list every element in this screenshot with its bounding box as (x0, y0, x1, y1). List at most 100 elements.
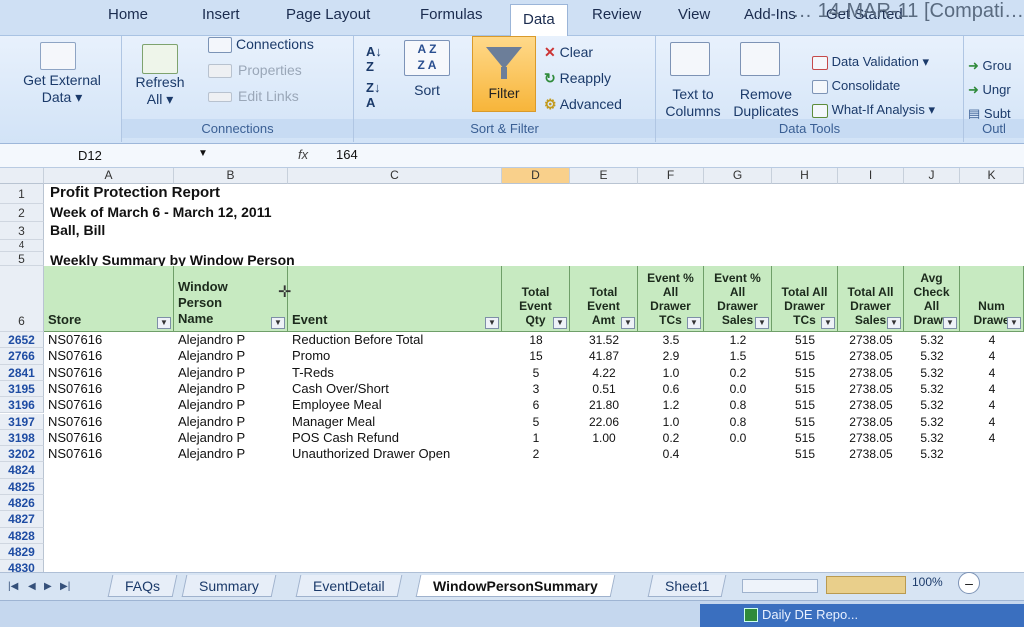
row-header[interactable]: 4825 (0, 478, 44, 495)
cell-pct-tcs[interactable]: 1.0 (638, 365, 704, 381)
column-header-i[interactable]: I (838, 168, 904, 184)
column-header-g[interactable]: G (704, 168, 772, 184)
sheet-tab-summary[interactable]: Summary (181, 575, 277, 597)
cell-num-drawer[interactable]: 4 (960, 430, 1024, 446)
tab-formulas[interactable]: Formulas (420, 6, 483, 23)
cell-num-drawer[interactable]: 4 (960, 332, 1024, 348)
worksheet-grid[interactable]: A B C D E F G H I J K 1 2 3 4 5 6 Profit… (0, 168, 1024, 600)
filter-dropdown-num-drawer[interactable]: ▼ (1007, 317, 1021, 329)
cell-qty[interactable]: 5 (502, 414, 570, 430)
advanced-button[interactable]: ⚙ Advanced (544, 96, 622, 113)
next-sheet-icon[interactable]: ▶ (44, 581, 52, 592)
cell-store[interactable]: NS07616 (48, 381, 168, 397)
sheet-tab-eventdetail[interactable]: EventDetail (295, 575, 402, 597)
cell-event[interactable]: Manager Meal (292, 414, 502, 430)
cell-pct-sales[interactable]: 0.8 (704, 397, 772, 413)
insert-function-icon[interactable]: fx (298, 147, 308, 162)
formula-input[interactable]: 164 (336, 147, 358, 162)
cell-amt[interactable]: 41.87 (570, 348, 638, 364)
sheet-tab-faqs[interactable]: FAQs (107, 575, 178, 597)
row-header[interactable]: 2766 (0, 348, 44, 365)
filter-dropdown-store[interactable]: ▼ (157, 317, 171, 329)
cell-store[interactable]: NS07616 (48, 365, 168, 381)
row-header[interactable]: 6 (0, 266, 44, 332)
row-header[interactable]: 3 (0, 222, 44, 240)
cell-person[interactable]: Alejandro P (178, 430, 288, 446)
cell-amt[interactable]: 1.00 (570, 430, 638, 446)
cell-store[interactable]: NS07616 (48, 430, 168, 446)
cell-avg-check[interactable]: 5.32 (904, 381, 960, 397)
cell-all-sales[interactable]: 2738.05 (838, 332, 904, 348)
cell-amt[interactable]: 31.52 (570, 332, 638, 348)
select-all-corner[interactable] (0, 168, 44, 184)
cell-qty[interactable]: 18 (502, 332, 570, 348)
cell-qty[interactable]: 15 (502, 348, 570, 364)
cell-pct-tcs[interactable]: 1.2 (638, 397, 704, 413)
cell-event[interactable]: T-Reds (292, 365, 502, 381)
cell-person[interactable]: Alejandro P (178, 414, 288, 430)
first-sheet-icon[interactable]: |◀ (8, 581, 18, 592)
cell-qty[interactable]: 1 (502, 430, 570, 446)
cell-pct-tcs[interactable]: 2.9 (638, 348, 704, 364)
column-header-h[interactable]: H (772, 168, 838, 184)
cell-pct-tcs[interactable]: 0.4 (638, 446, 704, 462)
last-sheet-icon[interactable]: ▶| (60, 581, 70, 592)
cell-avg-check[interactable]: 5.32 (904, 348, 960, 364)
cell-all-sales[interactable]: 2738.05 (838, 365, 904, 381)
row-header[interactable]: 4828 (0, 527, 44, 544)
row-header[interactable]: 4829 (0, 543, 44, 561)
filter-dropdown-pct-sales[interactable]: ▼ (755, 317, 769, 329)
cell-avg-check[interactable]: 5.32 (904, 430, 960, 446)
name-box-dropdown-icon[interactable]: ▼ (198, 148, 208, 159)
cell-person[interactable]: Alejandro P (178, 397, 288, 413)
cell-avg-check[interactable]: 5.32 (904, 397, 960, 413)
cell-qty[interactable]: 6 (502, 397, 570, 413)
cell-event[interactable]: Reduction Before Total (292, 332, 502, 348)
row-header[interactable]: 2652 (0, 332, 44, 349)
row-header[interactable]: 3197 (0, 413, 44, 430)
cell-pct-tcs[interactable]: 0.2 (638, 430, 704, 446)
column-header-j[interactable]: J (904, 168, 960, 184)
filter-dropdown-all-sales[interactable]: ▼ (887, 317, 901, 329)
filter-button[interactable]: Filter (472, 36, 536, 112)
sheet-tab-windowpersonsummary[interactable]: WindowPersonSummary (415, 575, 616, 597)
cell-store[interactable]: NS07616 (48, 397, 168, 413)
excel-taskbar-icon[interactable] (744, 608, 758, 622)
refresh-all-button[interactable]: Refresh All ▾ (128, 74, 192, 108)
filter-dropdown-window-person[interactable]: ▼ (271, 317, 285, 329)
cell-amt[interactable] (570, 446, 638, 462)
row-header[interactable]: 4 (0, 240, 44, 252)
cell-num-drawer[interactable]: 4 (960, 348, 1024, 364)
row-header[interactable]: 2841 (0, 364, 44, 381)
row-header[interactable]: 4827 (0, 511, 44, 528)
cell-all-tcs[interactable]: 515 (772, 430, 838, 446)
tab-home[interactable]: Home (108, 6, 148, 23)
consolidate-button[interactable]: Consolidate (812, 78, 900, 94)
text-to-columns-button[interactable]: Text to Columns (660, 86, 726, 120)
clear-button[interactable]: ✕ Clear (544, 44, 593, 61)
cell-num-drawer[interactable]: 4 (960, 381, 1024, 397)
cell-all-tcs[interactable]: 515 (772, 365, 838, 381)
prev-sheet-icon[interactable]: ◀ (28, 581, 36, 592)
cell-pct-tcs[interactable]: 3.5 (638, 332, 704, 348)
cell-all-tcs[interactable]: 515 (772, 348, 838, 364)
ungroup-button[interactable]: ➜ Ungr (968, 82, 1011, 98)
remove-duplicates-button[interactable]: Remove Duplicates (728, 86, 804, 120)
row-header[interactable]: 1 (0, 184, 44, 204)
cell-store[interactable]: NS07616 (48, 446, 168, 462)
cell-qty[interactable]: 3 (502, 381, 570, 397)
cell-all-sales[interactable]: 2738.05 (838, 381, 904, 397)
zoom-out-icon[interactable]: – (958, 572, 980, 594)
cell-pct-sales[interactable] (704, 446, 772, 462)
column-header-e[interactable]: E (570, 168, 638, 184)
view-buttons[interactable] (826, 576, 906, 594)
cell-qty[interactable]: 5 (502, 365, 570, 381)
row-header[interactable]: 4824 (0, 462, 44, 479)
cell-store[interactable]: NS07616 (48, 414, 168, 430)
cell-amt[interactable]: 0.51 (570, 381, 638, 397)
sort-az-icon[interactable]: A↓ Z (366, 44, 382, 74)
row-header[interactable]: 2 (0, 204, 44, 222)
cell-amt[interactable]: 21.80 (570, 397, 638, 413)
row-header[interactable]: 3196 (0, 397, 44, 414)
cell-pct-sales[interactable]: 1.2 (704, 332, 772, 348)
